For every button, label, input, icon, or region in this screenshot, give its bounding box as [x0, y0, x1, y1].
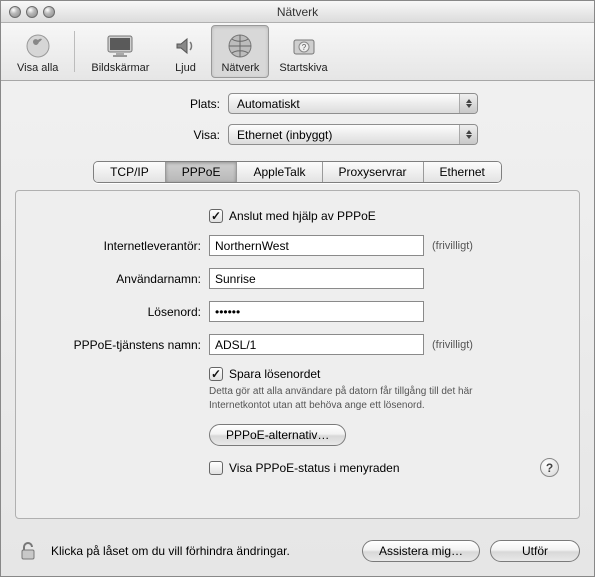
tab-tcpip[interactable]: TCP/IP — [94, 162, 166, 182]
isp-input[interactable] — [209, 235, 424, 256]
chevron-updown-icon — [459, 125, 477, 144]
lock-text: Klicka på låset om du vill förhindra änd… — [51, 544, 290, 558]
toolbar-item-label: Ljud — [175, 62, 196, 74]
service-name-label: PPPoE-tjänstens namn: — [36, 338, 201, 352]
toolbar-sound[interactable]: Ljud — [159, 25, 211, 78]
show-status-menubar-checkbox[interactable] — [209, 461, 223, 475]
location-select-value: Automatiskt — [237, 97, 300, 111]
svg-text:?: ? — [301, 43, 306, 52]
location-label: Plats: — [15, 97, 220, 111]
service-name-hint: (frivilligt) — [432, 339, 473, 351]
save-password-checkbox[interactable] — [209, 367, 223, 381]
save-password-label: Spara lösenordet — [229, 367, 320, 381]
location-select[interactable]: Automatiskt — [228, 93, 478, 114]
apple-icon — [22, 30, 54, 62]
connect-pppoe-label: Anslut med hjälp av PPPoE — [229, 209, 376, 223]
username-input[interactable] — [209, 268, 424, 289]
toolbar-network[interactable]: Nätverk — [211, 25, 269, 78]
show-select-value: Ethernet (inbyggt) — [237, 128, 332, 142]
display-icon — [104, 30, 136, 62]
titlebar: Nätverk — [1, 1, 594, 23]
help-button[interactable]: ? — [540, 458, 559, 477]
toolbar-startup-disk[interactable]: ? Startskiva — [269, 25, 337, 78]
toolbar-item-label: Bildskärmar — [91, 62, 149, 74]
tab-proxies[interactable]: Proxyservrar — [323, 162, 424, 182]
toolbar: Visa alla Bildskärmar Ljud Nätverk ? — [1, 23, 594, 81]
zoom-window-button[interactable] — [43, 6, 55, 18]
tab-ethernet[interactable]: Ethernet — [424, 162, 501, 182]
toolbar-item-label: Startskiva — [279, 62, 327, 74]
toolbar-separator — [74, 31, 75, 72]
password-label: Lösenord: — [36, 305, 201, 319]
lock-icon[interactable] — [15, 538, 41, 564]
service-name-input[interactable] — [209, 334, 424, 355]
show-status-menubar-label: Visa PPPoE-status i menyraden — [229, 461, 400, 475]
body: Plats: Automatiskt Visa: Ethernet (inbyg… — [1, 81, 594, 529]
location-row: Plats: Automatiskt — [15, 93, 580, 114]
preferences-window: Nätverk Visa alla Bildskärmar Ljud — [0, 0, 595, 577]
toolbar-displays[interactable]: Bildskärmar — [81, 25, 159, 78]
username-label: Användarnamn: — [36, 272, 201, 286]
tab-appletalk[interactable]: AppleTalk — [237, 162, 322, 182]
tabbar: TCP/IP PPPoE AppleTalk Proxyservrar Ethe… — [93, 161, 502, 183]
apply-button[interactable]: Utför — [490, 540, 580, 562]
show-row: Visa: Ethernet (inbyggt) — [15, 124, 580, 145]
isp-label: Internetleverantör: — [36, 239, 201, 253]
traffic-lights — [1, 6, 55, 18]
disk-icon: ? — [288, 30, 320, 62]
speaker-icon — [169, 30, 201, 62]
close-window-button[interactable] — [9, 6, 21, 18]
isp-hint: (frivilligt) — [432, 240, 473, 252]
window-title: Nätverk — [1, 5, 594, 19]
save-password-note: Detta gör att alla användare på datorn f… — [209, 385, 514, 412]
show-select[interactable]: Ethernet (inbyggt) — [228, 124, 478, 145]
footer: Klicka på låset om du vill förhindra änd… — [1, 529, 594, 576]
tab-pppoe[interactable]: PPPoE — [166, 162, 238, 182]
toolbar-show-all[interactable]: Visa alla — [7, 25, 68, 78]
assist-me-button[interactable]: Assistera mig… — [362, 540, 480, 562]
pppoe-options-button[interactable]: PPPoE-alternativ… — [209, 424, 346, 446]
minimize-window-button[interactable] — [26, 6, 38, 18]
show-label: Visa: — [15, 128, 220, 142]
connect-pppoe-checkbox[interactable] — [209, 209, 223, 223]
password-input[interactable] — [209, 301, 424, 322]
toolbar-item-label: Visa alla — [17, 62, 58, 74]
globe-icon — [224, 30, 256, 62]
toolbar-item-label: Nätverk — [221, 62, 259, 74]
chevron-updown-icon — [459, 94, 477, 113]
pppoe-panel: Anslut med hjälp av PPPoE Internetlevera… — [15, 190, 580, 519]
